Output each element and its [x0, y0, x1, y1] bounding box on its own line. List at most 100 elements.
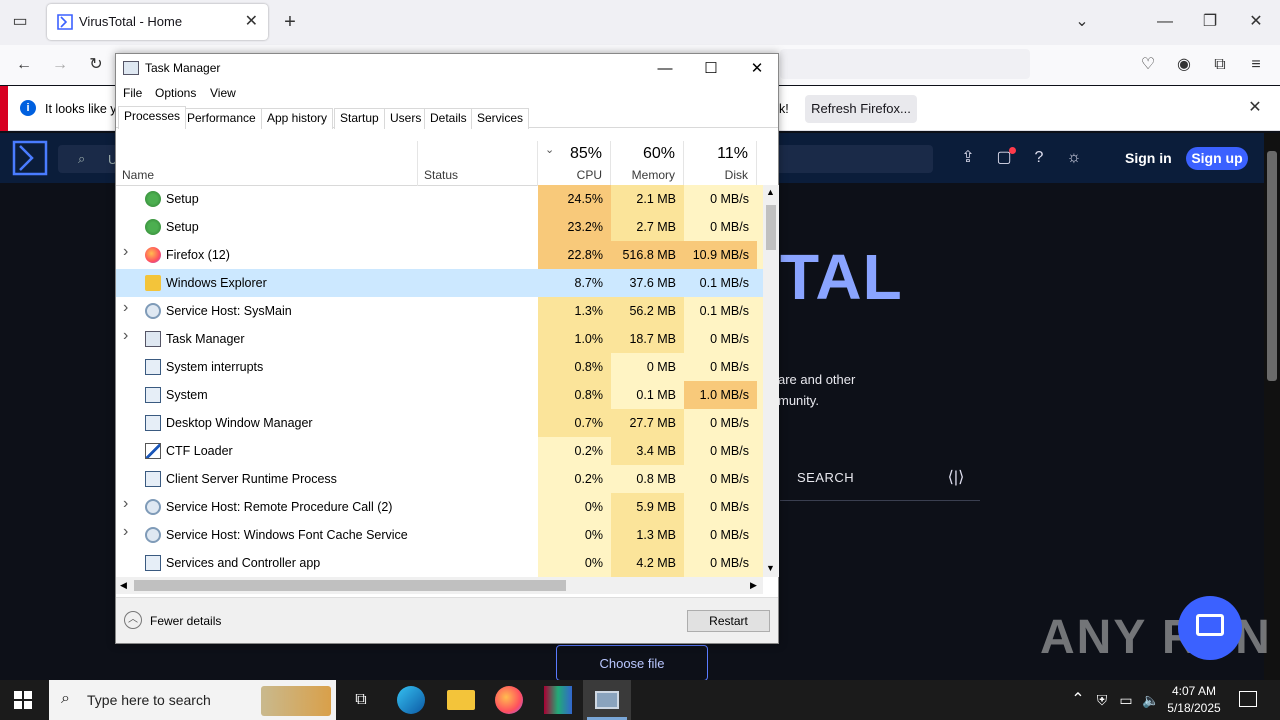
- code-icon[interactable]: ⟨|⟩: [945, 468, 967, 488]
- notification-text-tail: k!: [779, 102, 789, 116]
- table-row[interactable]: Windows Explorer 8.7% 37.6 MB 0.1 MB/s: [116, 269, 764, 297]
- tab-performance[interactable]: Performance: [181, 108, 262, 129]
- network-icon[interactable]: ▭: [1118, 690, 1134, 710]
- chevron-up-icon[interactable]: ︿: [124, 611, 142, 629]
- close-window-icon[interactable]: ✕: [1246, 12, 1266, 32]
- page-scrollbar-thumb[interactable]: [1267, 151, 1277, 381]
- column-memory[interactable]: 60% Memory: [611, 141, 684, 186]
- help-icon[interactable]: ?: [1029, 148, 1049, 168]
- expand-chevron-icon[interactable]: ›: [123, 495, 128, 513]
- tab-users[interactable]: Users: [384, 108, 428, 129]
- sign-in-link[interactable]: Sign in: [1125, 150, 1172, 166]
- minimize-icon[interactable]: —: [1155, 12, 1175, 32]
- process-cpu: 8.7%: [574, 276, 604, 290]
- table-row[interactable]: System 0.8% 0.1 MB 1.0 MB/s: [116, 381, 764, 409]
- chat-button[interactable]: [1178, 596, 1242, 660]
- tab-details[interactable]: Details: [424, 108, 473, 129]
- column-status[interactable]: Status: [418, 141, 538, 186]
- table-row[interactable]: Services and Controller app 0% 4.2 MB 0 MB/…: [116, 549, 764, 577]
- vertical-scroll-thumb[interactable]: [766, 205, 776, 250]
- process-name: Client Server Runtime Process: [166, 472, 337, 486]
- menu-view[interactable]: View: [210, 86, 236, 100]
- table-row[interactable]: Client Server Runtime Process 0.2% 0.8 MB 0…: [116, 465, 764, 493]
- maximize-icon[interactable]: ☐: [691, 58, 731, 80]
- volume-icon[interactable]: 🔈: [1142, 690, 1159, 710]
- tab-startup[interactable]: Startup: [334, 108, 385, 129]
- table-row[interactable]: Desktop Window Manager 0.7% 27.7 MB 0 MB/s: [116, 409, 764, 437]
- table-row[interactable]: CTF Loader 0.2% 3.4 MB 0 MB/s: [116, 437, 764, 465]
- page-scrollbar[interactable]: [1264, 133, 1280, 680]
- tab-list-icon[interactable]: ▭: [10, 12, 30, 32]
- menu-file[interactable]: File: [123, 86, 142, 100]
- sign-up-button[interactable]: Sign up: [1186, 147, 1248, 170]
- column-disk[interactable]: 11% Disk: [684, 141, 757, 186]
- expand-chevron-icon[interactable]: ›: [123, 299, 128, 317]
- title-bar[interactable]: Task Manager — ☐ ✕: [116, 54, 778, 84]
- table-row[interactable]: › Task Manager 1.0% 18.7 MB 0 MB/s: [116, 325, 764, 353]
- reload-icon[interactable]: ↻: [86, 55, 106, 75]
- minimize-icon[interactable]: —: [645, 58, 685, 80]
- task-view-icon[interactable]: ⧉: [347, 686, 375, 714]
- clock[interactable]: 4:07 AM 5/18/2025: [1166, 683, 1222, 717]
- column-cpu[interactable]: ⌄ 85% CPU: [538, 141, 611, 186]
- process-list-vertical-scrollbar[interactable]: ▲ ▼: [763, 185, 779, 577]
- menu-icon[interactable]: ≡: [1246, 55, 1266, 75]
- firefox-icon[interactable]: [495, 686, 523, 714]
- menu-options[interactable]: Options: [155, 86, 196, 100]
- action-center-icon[interactable]: [1239, 691, 1257, 707]
- extensions-icon[interactable]: ⧉: [1210, 55, 1230, 75]
- window-icon: [145, 415, 161, 431]
- table-row[interactable]: › Firefox (12) 22.8% 516.8 MB 10.9 MB/s: [116, 241, 764, 269]
- edge-icon[interactable]: [397, 686, 425, 714]
- scroll-right-icon[interactable]: ▶: [750, 580, 757, 591]
- url-bar[interactable]: [780, 49, 1030, 79]
- column-name[interactable]: Name: [116, 141, 418, 186]
- theme-icon[interactable]: ☼: [1064, 148, 1084, 168]
- account-icon[interactable]: ◉: [1174, 55, 1194, 75]
- forward-icon[interactable]: →: [50, 55, 70, 75]
- table-row[interactable]: Setup 24.5% 2.1 MB 0 MB/s: [116, 185, 764, 213]
- back-icon[interactable]: ←: [14, 55, 34, 75]
- restore-icon[interactable]: ❐: [1200, 12, 1220, 32]
- winrar-icon[interactable]: [544, 686, 572, 714]
- search-tab[interactable]: SEARCH: [797, 470, 854, 485]
- process-cpu: 24.5%: [538, 185, 611, 213]
- table-row[interactable]: › Service Host: Windows Font Cache Servic…: [116, 521, 764, 549]
- scroll-left-icon[interactable]: ◀: [120, 580, 127, 591]
- new-tab-icon[interactable]: +: [280, 12, 300, 32]
- upload-icon[interactable]: ⇪: [958, 148, 978, 168]
- fewer-details-link[interactable]: Fewer details: [150, 614, 221, 628]
- choose-file-button[interactable]: Choose file: [556, 645, 708, 681]
- expand-chevron-icon[interactable]: ›: [123, 327, 128, 345]
- taskbar-search-input[interactable]: ⌕ Type here to search: [49, 680, 336, 720]
- close-tab-icon[interactable]: ✕: [245, 11, 258, 31]
- table-row[interactable]: › Service Host: SysMain 1.3% 56.2 MB 0.1 MB/…: [116, 297, 764, 325]
- tab-services[interactable]: Services: [471, 108, 530, 129]
- table-row[interactable]: › Service Host: Remote Procedure Call (2)…: [116, 493, 764, 521]
- tray-chevron-icon[interactable]: ⌃: [1070, 690, 1086, 710]
- file-explorer-icon[interactable]: [447, 690, 475, 710]
- chevron-down-icon[interactable]: ⌄: [1072, 12, 1092, 32]
- scroll-down-icon[interactable]: ▼: [766, 563, 775, 573]
- virustotal-logo-icon[interactable]: [12, 140, 48, 176]
- table-row[interactable]: Setup 23.2% 2.7 MB 0 MB/s: [116, 213, 764, 241]
- browser-tab[interactable]: VirusTotal - Home ✕: [47, 4, 268, 40]
- close-notification-icon[interactable]: ✕: [1245, 98, 1265, 118]
- tab-processes[interactable]: Processes: [118, 106, 187, 129]
- scroll-up-icon[interactable]: ▲: [766, 187, 775, 197]
- process-name: Services and Controller app: [166, 556, 321, 570]
- process-list-horizontal-scrollbar[interactable]: ◀ ▶: [116, 577, 763, 594]
- expand-chevron-icon[interactable]: ›: [123, 523, 128, 541]
- pocket-icon[interactable]: ♡: [1138, 55, 1158, 75]
- task-manager-taskbar-button[interactable]: [583, 680, 631, 720]
- horizontal-scroll-thumb[interactable]: [134, 580, 566, 591]
- gear-icon: [145, 527, 161, 543]
- refresh-firefox-button[interactable]: Refresh Firefox...: [805, 95, 917, 123]
- close-icon[interactable]: ✕: [737, 58, 777, 80]
- security-icon[interactable]: ⛨: [1094, 690, 1110, 710]
- tab-app-history[interactable]: App history: [261, 108, 334, 129]
- expand-chevron-icon[interactable]: ›: [123, 243, 128, 261]
- table-row[interactable]: System interrupts 0.8% 0 MB 0 MB/s: [116, 353, 764, 381]
- windows-start-icon[interactable]: [14, 691, 32, 709]
- restart-button[interactable]: Restart: [687, 610, 770, 632]
